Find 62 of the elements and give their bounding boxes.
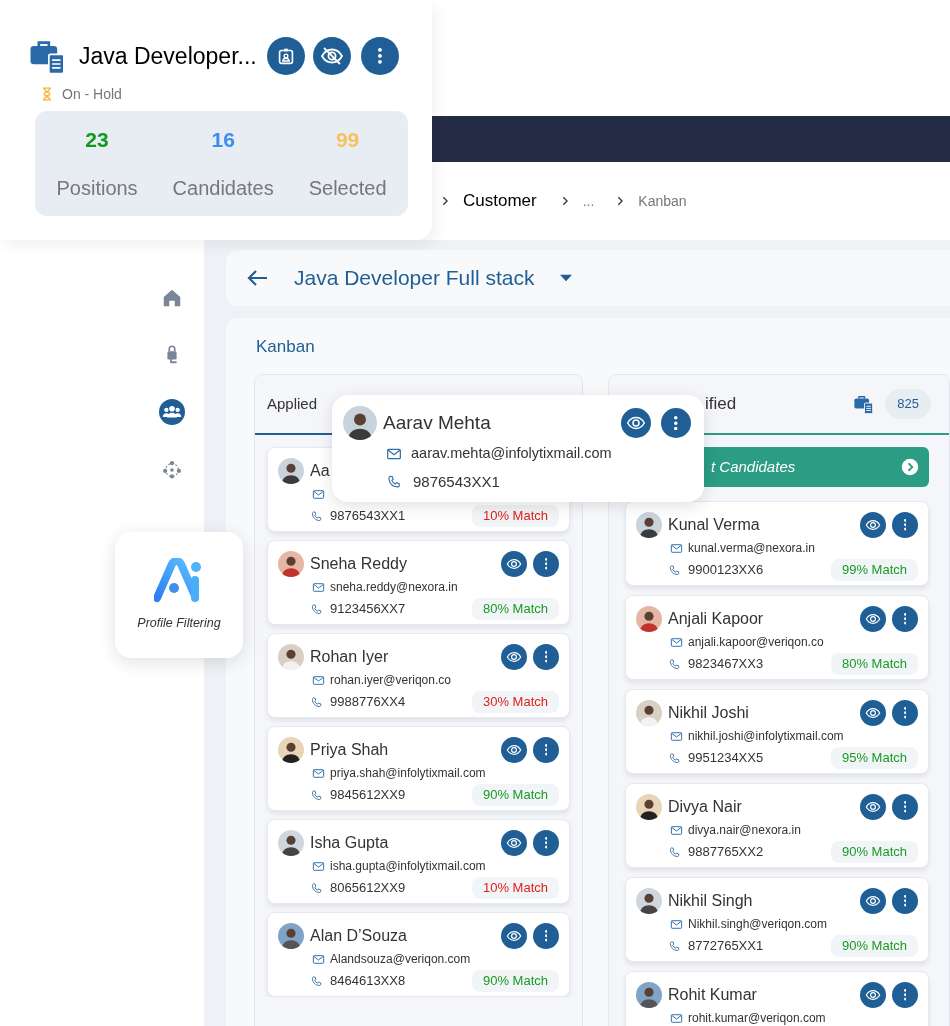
candidate-name: Alan D’Souza [310,926,407,946]
candidate-email: divya.nair@nexora.in [688,822,801,839]
candidate-email: rohan.iyer@veriqon.co [330,672,451,689]
candidate-email: Nikhil.singh@veriqon.com [688,916,827,933]
candidate-email: rohit.kumar@veriqon.com [688,1010,826,1026]
candidate-name: Nikhil Joshi [668,703,749,723]
match-badge: 90% Match [830,841,918,863]
candidate-phone: 9951234XX5 [688,749,765,768]
ai-feature-label: Profile Filtering [137,615,221,632]
stat-label: Candidates [172,176,274,202]
candidate-email: nikhil.joshi@infolytixmail.com [688,728,844,745]
candidate-name: Rohit Kumar [668,985,757,1005]
candidate-email: Alandsouza@veriqon.com [330,951,471,968]
candidate-phone: 8065612XX9 [330,879,407,898]
match-badge: 90% Match [830,935,918,957]
stat-label: Selected [308,176,387,202]
stat-value: 16 [211,126,235,153]
candidate-email: anjali.kapoor@veriqon.co [688,634,824,651]
candidate-phone: 9988776XX4 [330,693,407,712]
candidate-name: Rohan Iyer [310,647,389,667]
candidate-phone: 8772765XX1 [688,937,765,956]
match-badge: 99% Match [830,559,918,581]
candidate-phone: 9845612XX9 [330,786,407,805]
candidate-email: aarav.mehta@infolytixmail.com [411,444,612,464]
job-title: Java Developer... [79,41,258,71]
stat-label: Positions [56,176,138,202]
column-title: Applied [267,393,318,414]
candidate-name: Aa [310,461,330,481]
match-badge: 95% Match [830,747,918,769]
candidate-email: sneha.reddy@nexora.in [330,579,458,596]
candidate-name: Priya Shah [310,740,389,760]
stat-value: 99 [335,126,360,153]
match-badge: 90% Match [471,970,559,992]
candidate-name: Aarav Mehta [383,410,492,435]
candidate-phone: 9876543XX1 [330,507,407,526]
match-badge: 30% Match [471,691,559,713]
page-title: Java Developer Full stack [294,265,535,292]
candidate-email: priya.shah@infolytixmail.com [330,765,486,782]
candidate-phone: 9876543XX1 [413,471,500,492]
candidate-name: Sneha Reddy [310,554,407,574]
candidate-email: kunal.verma@nexora.in [688,540,815,557]
match-badge: 80% Match [830,653,918,675]
panel-title: Kanban [256,336,316,358]
match-badge: 80% Match [471,598,559,620]
candidate-phone: 9823467XX3 [688,655,765,674]
candidate-name: Divya Nair [668,797,742,817]
status-label: On - Hold [62,84,122,104]
column-title: ified [705,393,737,416]
candidate-name: Anjali Kapoor [668,609,764,629]
match-badge: 90% Match [471,784,559,806]
candidate-phone: 8464613XX8 [330,972,407,991]
candidate-phone: 9900123XX6 [688,561,765,580]
candidate-name: Isha Gupta [310,833,389,853]
candidate-phone: 9887765XX2 [688,843,765,862]
candidate-name: Kunal Verma [668,515,760,535]
candidate-phone: 9123456XX7 [330,600,407,619]
candidate-email: isha.gupta@infolytixmail.com [330,858,486,875]
count-badge: 825 [885,389,931,419]
stat-value: 23 [85,126,109,153]
candidate-name: Nikhil Singh [668,891,753,911]
match-badge: 10% Match [471,877,559,899]
match-badge: 10% Match [471,505,559,527]
